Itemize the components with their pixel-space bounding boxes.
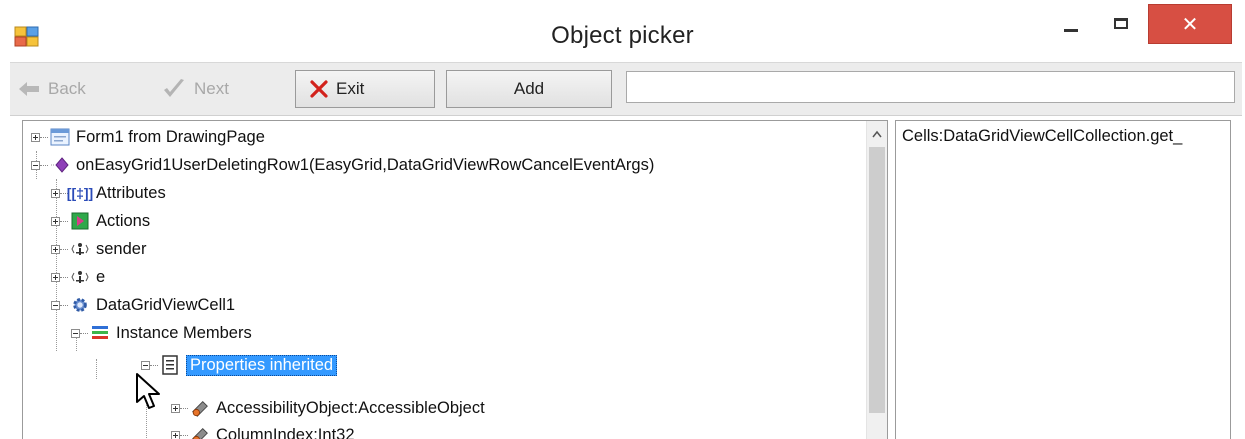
expand-icon[interactable] (31, 132, 40, 142)
minimize-icon (1064, 28, 1078, 32)
checkmark-icon (162, 78, 186, 100)
collapse-icon[interactable] (51, 300, 60, 310)
expand-icon[interactable] (51, 244, 60, 254)
tree-node-label: DataGridViewCell1 (96, 295, 236, 314)
tree-node-label: e (96, 267, 106, 286)
scroll-thumb[interactable] (869, 147, 885, 413)
parameter-icon (70, 268, 90, 286)
maximize-button[interactable] (1096, 0, 1146, 42)
close-button[interactable]: ✕ (1148, 4, 1232, 44)
add-button[interactable]: Add (446, 70, 612, 108)
property-icon (190, 426, 210, 439)
next-label: Next (194, 79, 229, 98)
tree-node-form1[interactable]: Form1 from DrawingPage (31, 123, 265, 151)
tree-connector (150, 364, 158, 366)
tree-node-label-selected: Properties inherited (186, 354, 338, 376)
tree-connector (80, 332, 88, 334)
expand-icon[interactable] (171, 430, 180, 439)
tree-connector (60, 220, 68, 222)
mouse-cursor-icon (135, 372, 165, 412)
tree-connector (40, 136, 48, 138)
property-icon (190, 399, 210, 417)
tree-node-method[interactable]: onEasyGrid1UserDeletingRow1(EasyGrid,Dat… (31, 151, 654, 179)
tree-node-attributes[interactable]: [[‡]] Attributes (51, 179, 166, 207)
exit-label: Exit (336, 79, 365, 98)
add-label: Add (513, 79, 545, 98)
detail-panel: Cells:DataGridViewCellCollection.get_ (895, 120, 1231, 439)
actions-icon (70, 212, 90, 230)
collapse-icon[interactable] (141, 360, 150, 370)
tree-node-accessibilityobject[interactable]: AccessibilityObject:AccessibleObject (171, 394, 485, 422)
tree-scrollbar[interactable] (866, 121, 887, 439)
tree-node-columnindex[interactable]: ColumnIndex:Int32 (171, 421, 355, 439)
red-x-icon (310, 80, 328, 98)
tree-connector (60, 304, 68, 306)
expand-icon[interactable] (171, 403, 180, 413)
tree-node-label: ColumnIndex:Int32 (216, 425, 355, 439)
minimize-button[interactable] (1046, 0, 1096, 42)
attributes-icon: [[‡]] (66, 185, 94, 201)
gear-icon (70, 296, 90, 314)
tree-node-properties-inherited[interactable]: Properties inherited (141, 351, 338, 379)
expand-icon[interactable] (51, 216, 60, 226)
tree-node-sender[interactable]: sender (51, 235, 146, 263)
back-arrow-icon (18, 81, 40, 97)
tree-node-label: Actions (96, 211, 151, 230)
tree-connector (60, 248, 68, 250)
tree-node-label: Form1 from DrawingPage (76, 127, 265, 146)
back-label: Back (48, 79, 86, 98)
collapse-icon[interactable] (71, 328, 80, 338)
tree-node-actions[interactable]: Actions (51, 207, 150, 235)
detail-text: Cells:DataGridViewCellCollection.get_ (902, 127, 1183, 145)
tree-line (96, 359, 97, 379)
exit-button[interactable]: Exit (295, 70, 435, 108)
collapse-icon[interactable] (31, 160, 40, 170)
toolbar: Back Next Exit Add (10, 62, 1242, 116)
members-icon (90, 324, 110, 342)
tree-connector (180, 407, 188, 409)
form-icon (50, 128, 70, 146)
expand-icon[interactable] (51, 188, 60, 198)
tree-node-label: sender (96, 239, 147, 258)
parameter-icon (70, 240, 90, 258)
next-button[interactable]: Next (158, 70, 278, 108)
tree-node-label: Instance Members (116, 323, 252, 342)
maximize-icon (1114, 17, 1128, 29)
back-button[interactable]: Back (14, 70, 134, 108)
expand-icon[interactable] (51, 272, 60, 282)
scroll-up-icon[interactable] (867, 125, 887, 143)
close-icon: ✕ (1181, 13, 1199, 36)
tree-node-label: Attributes (96, 183, 166, 202)
search-input[interactable] (626, 71, 1235, 103)
tree-node-instance-members[interactable]: Instance Members (71, 319, 252, 347)
tree-node-label: onEasyGrid1UserDeletingRow1(EasyGrid,Dat… (76, 155, 655, 174)
tree-connector (180, 434, 188, 436)
tree-connector (60, 276, 68, 278)
tree-node-e[interactable]: e (51, 263, 105, 291)
tree-node-datagridviewcell1[interactable]: DataGridViewCell1 (51, 291, 235, 319)
tree-node-label: AccessibilityObject:AccessibleObject (216, 398, 485, 417)
tree-connector (40, 164, 48, 166)
method-icon (50, 156, 70, 174)
